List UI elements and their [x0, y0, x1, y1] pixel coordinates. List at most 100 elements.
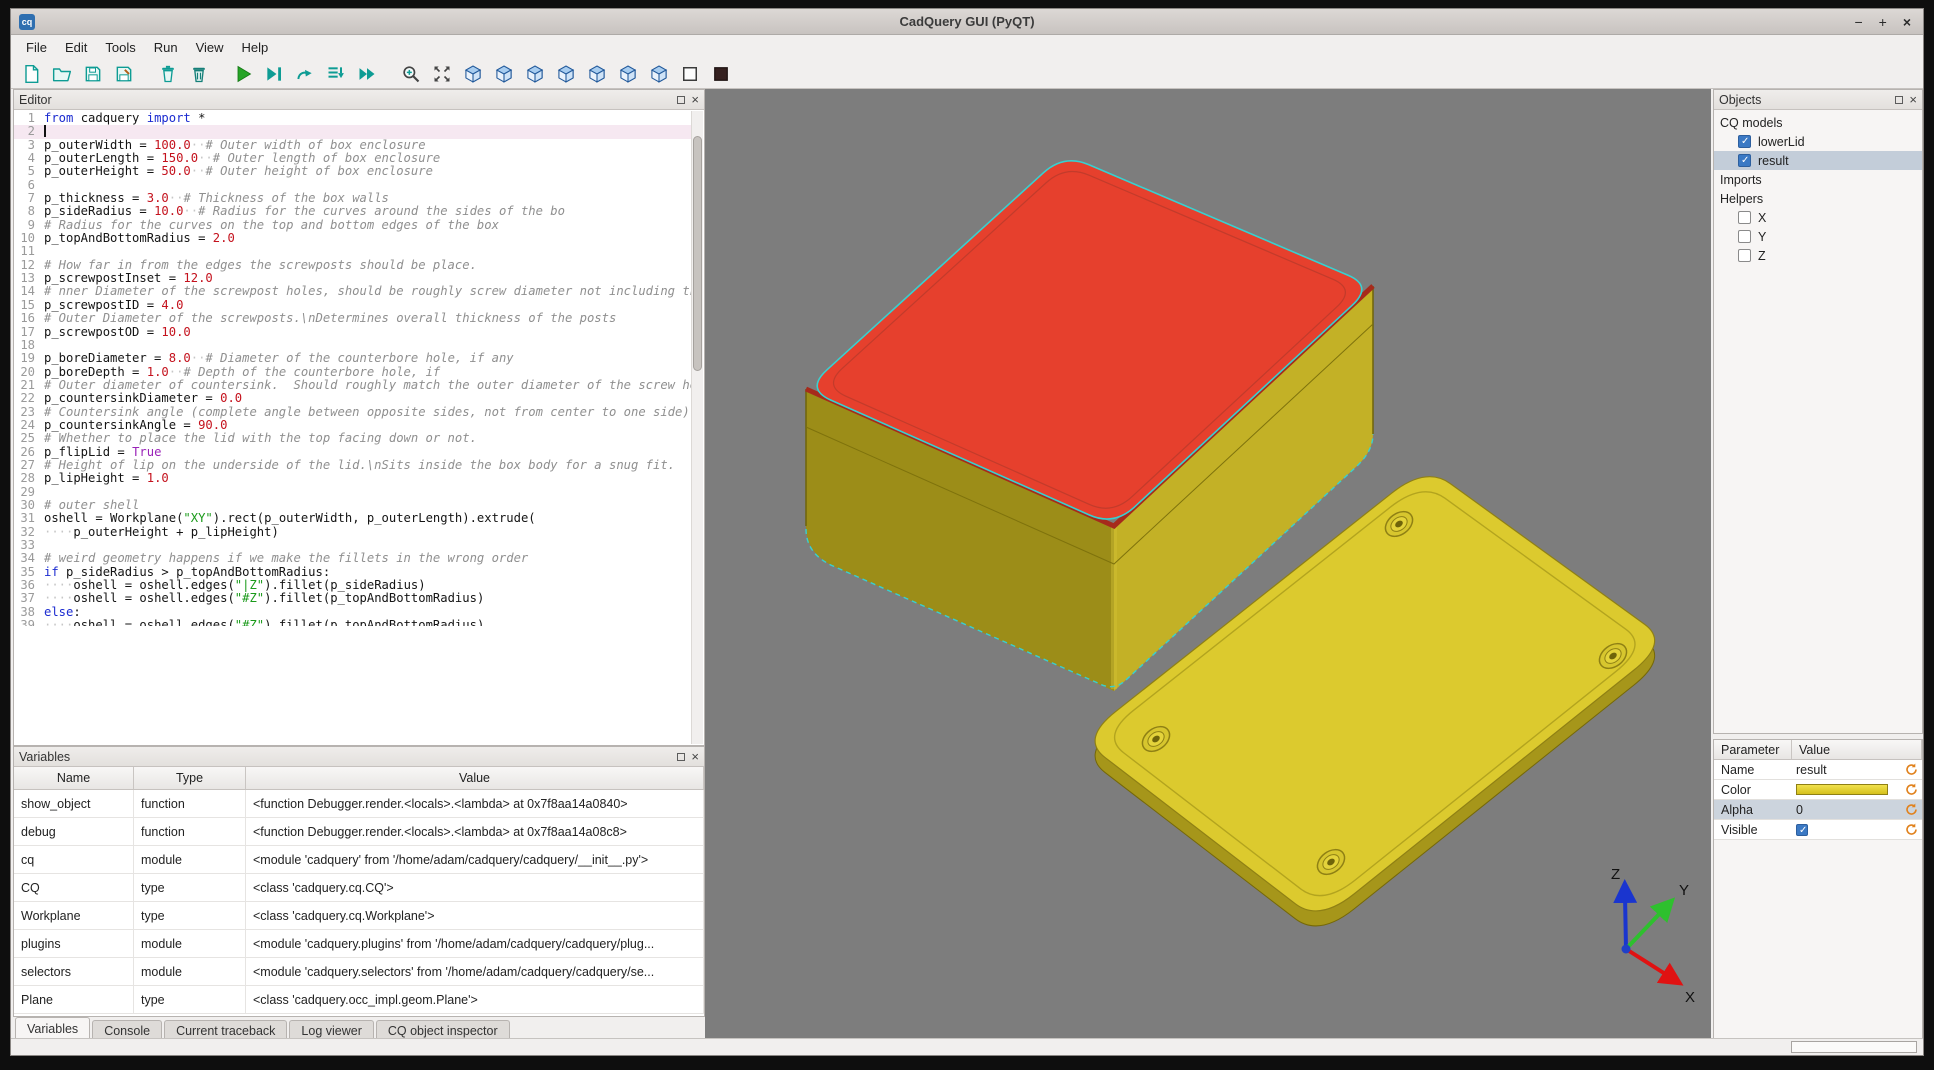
code-line[interactable]: 24p_countersinkAngle = 90.0	[14, 419, 691, 432]
code-line[interactable]: 2	[14, 125, 691, 138]
checkbox-z[interactable]	[1738, 249, 1751, 262]
open-file-icon[interactable]	[48, 61, 76, 87]
tree-cq-models[interactable]: CQ models	[1714, 113, 1922, 132]
bottom-view-icon[interactable]	[645, 61, 673, 87]
top-view-icon[interactable]	[614, 61, 642, 87]
editor-float-button[interactable]	[677, 96, 685, 104]
delete-icon[interactable]	[185, 61, 213, 87]
code-line[interactable]: 19p_boreDiameter = 8.0··# Diameter of th…	[14, 352, 691, 365]
param-value[interactable]	[1792, 824, 1903, 836]
reset-icon[interactable]	[1903, 763, 1919, 776]
step-into-icon[interactable]	[322, 61, 350, 87]
code-line[interactable]: 9# Radius for the curves on the top and …	[14, 219, 691, 232]
save-as-icon[interactable]	[110, 61, 138, 87]
code-lines[interactable]: 1from cadquery import *23p_outerWidth = …	[14, 112, 691, 626]
objects-float-button[interactable]	[1895, 96, 1903, 104]
code-line[interactable]: 39····oshell = oshell.edges("#Z").fillet…	[14, 619, 691, 626]
code-line[interactable]: 13p_screwpostInset = 12.0	[14, 272, 691, 285]
run-icon[interactable]	[229, 61, 257, 87]
param-row-name[interactable]: Nameresult	[1714, 760, 1922, 780]
code-line[interactable]: 26p_flipLid = True	[14, 446, 691, 459]
menu-help[interactable]: Help	[233, 37, 278, 58]
wireframe-view-icon[interactable]	[676, 61, 704, 87]
variables-header-type[interactable]: Type	[134, 767, 246, 789]
code-line[interactable]: 8p_sideRadius = 10.0··# Radius for the c…	[14, 205, 691, 218]
title-bar[interactable]: cq CadQuery GUI (PyQT) − + ×	[11, 9, 1923, 35]
code-line[interactable]: 14# nner Diameter of the screwpost holes…	[14, 285, 691, 298]
code-line[interactable]: 31oshell = Workplane("XY").rect(p_outerW…	[14, 512, 691, 525]
code-line[interactable]: 15p_screwpostID = 4.0	[14, 299, 691, 312]
tab-log-viewer[interactable]: Log viewer	[289, 1020, 373, 1040]
param-value[interactable]: 0	[1792, 803, 1903, 817]
3d-scene[interactable]: Z Y X	[705, 89, 1711, 1040]
code-editor[interactable]: 1from cadquery import *23p_outerWidth = …	[14, 110, 704, 745]
code-line[interactable]: 17p_screwpostOD = 10.0	[14, 326, 691, 339]
front-view-icon[interactable]	[490, 61, 518, 87]
code-line[interactable]: 25# Whether to place the lid with the to…	[14, 432, 691, 445]
code-line[interactable]: 12# How far in from the edges the screwp…	[14, 259, 691, 272]
code-line[interactable]: 22p_countersinkDiameter = 0.0	[14, 392, 691, 405]
variables-close-button[interactable]: ×	[691, 750, 699, 763]
code-line[interactable]: 10p_topAndBottomRadius = 2.0	[14, 232, 691, 245]
code-line[interactable]: 16# Outer Diameter of the screwposts.\nD…	[14, 312, 691, 325]
code-line[interactable]: 7p_thickness = 3.0··# Thickness of the b…	[14, 192, 691, 205]
back-view-icon[interactable]	[521, 61, 549, 87]
save-file-icon[interactable]	[79, 61, 107, 87]
tree-z[interactable]: Z	[1714, 246, 1922, 265]
code-line[interactable]: 37····oshell = oshell.edges("#Z").fillet…	[14, 592, 691, 605]
tree-y[interactable]: Y	[1714, 227, 1922, 246]
tab-variables[interactable]: Variables	[15, 1017, 90, 1040]
variables-header-name[interactable]: Name	[14, 767, 134, 789]
code-line[interactable]: 11	[14, 245, 691, 258]
code-line[interactable]: 32····p_outerHeight + p_lipHeight)	[14, 526, 691, 539]
zoom-icon[interactable]	[397, 61, 425, 87]
tab-console[interactable]: Console	[92, 1020, 162, 1040]
variable-row[interactable]: pluginsmodule<module 'cadquery.plugins' …	[14, 930, 704, 958]
new-file-icon[interactable]	[17, 61, 45, 87]
code-line[interactable]: 35if p_sideRadius > p_topAndBottomRadius…	[14, 566, 691, 579]
step-icon[interactable]	[291, 61, 319, 87]
code-line[interactable]: 20p_boreDepth = 1.0··# Depth of the coun…	[14, 366, 691, 379]
code-line[interactable]: 33	[14, 539, 691, 552]
close-button[interactable]: ×	[1903, 15, 1911, 29]
tree-imports[interactable]: Imports	[1714, 170, 1922, 189]
shaded-view-icon[interactable]	[707, 61, 735, 87]
variables-float-button[interactable]	[677, 753, 685, 761]
code-line[interactable]: 4p_outerLength = 150.0··# Outer length o…	[14, 152, 691, 165]
editor-scrollbar[interactable]	[691, 111, 703, 744]
variable-row[interactable]: cqmodule<module 'cadquery' from '/home/a…	[14, 846, 704, 874]
reset-icon[interactable]	[1903, 803, 1919, 816]
code-line[interactable]: 29	[14, 486, 691, 499]
code-line[interactable]: 38else:	[14, 606, 691, 619]
code-line[interactable]: 21# Outer diameter of countersink. Shoul…	[14, 379, 691, 392]
menu-tools[interactable]: Tools	[96, 37, 144, 58]
tree-result[interactable]: result	[1714, 151, 1922, 170]
variable-row[interactable]: debugfunction<function Debugger.render.<…	[14, 818, 704, 846]
param-row-color[interactable]: Color	[1714, 780, 1922, 800]
menu-edit[interactable]: Edit	[56, 37, 96, 58]
editor-close-button[interactable]: ×	[691, 93, 699, 106]
code-line[interactable]: 1from cadquery import *	[14, 112, 691, 125]
debug-icon[interactable]	[260, 61, 288, 87]
variable-row[interactable]: CQtype<class 'cadquery.cq.CQ'>	[14, 874, 704, 902]
code-line[interactable]: 28p_lipHeight = 1.0	[14, 472, 691, 485]
tree-x[interactable]: X	[1714, 208, 1922, 227]
variable-row[interactable]: show_objectfunction<function Debugger.re…	[14, 790, 704, 818]
visible-checkbox[interactable]	[1796, 824, 1808, 836]
variable-row[interactable]: Planetype<class 'cadquery.occ_impl.geom.…	[14, 986, 704, 1014]
maximize-button[interactable]: +	[1879, 15, 1887, 29]
code-line[interactable]: 27# Height of lip on the underside of th…	[14, 459, 691, 472]
fit-all-icon[interactable]	[428, 61, 456, 87]
code-line[interactable]: 18	[14, 339, 691, 352]
tree-helpers[interactable]: Helpers	[1714, 189, 1922, 208]
code-line[interactable]: 5p_outerHeight = 50.0··# Outer height of…	[14, 165, 691, 178]
code-line[interactable]: 23# Countersink angle (complete angle be…	[14, 406, 691, 419]
menu-file[interactable]: File	[17, 37, 56, 58]
param-value[interactable]	[1792, 784, 1903, 795]
clear-icon[interactable]	[154, 61, 182, 87]
continue-icon[interactable]	[353, 61, 381, 87]
param-row-alpha[interactable]: Alpha0	[1714, 800, 1922, 820]
checkbox-lowerlid[interactable]	[1738, 135, 1751, 148]
color-swatch[interactable]	[1796, 784, 1888, 795]
checkbox-result[interactable]	[1738, 154, 1751, 167]
